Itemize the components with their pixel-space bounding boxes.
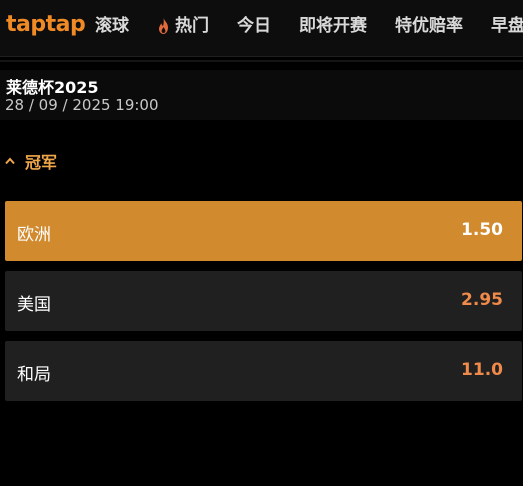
chevron-up-icon: [5, 157, 15, 165]
outcome-draw[interactable]: 和局 11.0: [5, 341, 522, 401]
event-datetime: 28 / 09 / 2025 19:00: [5, 96, 159, 114]
top-nav-bar: taptap 滚球 热门 今日 即将开赛 特优赔率 早盘: [0, 0, 523, 57]
divider: [0, 60, 523, 62]
event-title: 莱德杯2025: [6, 78, 99, 97]
nav-hot-label: 热门: [175, 16, 209, 36]
nav-today[interactable]: 今日: [237, 0, 271, 52]
outcome-usa[interactable]: 美国 2.95: [5, 271, 522, 331]
nav-early-label: 早盘: [491, 16, 523, 36]
main-nav: 滚球 热门 今日 即将开赛 特优赔率 早盘: [95, 0, 523, 52]
outcome-europe[interactable]: 欧洲 1.50: [5, 201, 522, 261]
nav-early[interactable]: 早盘: [491, 0, 523, 52]
nav-upcoming-label: 即将开赛: [299, 16, 367, 36]
taptap-logo[interactable]: taptap: [6, 10, 86, 40]
market-title: 冠军: [25, 153, 58, 172]
fire-icon: [159, 18, 168, 34]
outcome-odds: 1.50: [461, 220, 503, 240]
nav-today-label: 今日: [237, 16, 271, 36]
market-section-toggle[interactable]: 冠军: [5, 150, 57, 172]
outcome-label: 欧洲: [17, 225, 51, 245]
outcome-label: 和局: [17, 365, 51, 385]
nav-upcoming[interactable]: 即将开赛: [299, 0, 367, 52]
nav-live[interactable]: 滚球: [95, 0, 129, 52]
nav-boosted-odds-label: 特优赔率: [395, 16, 463, 36]
nav-hot[interactable]: 热门: [157, 0, 209, 52]
outcome-odds: 11.0: [461, 360, 503, 380]
nav-live-label: 滚球: [95, 16, 129, 36]
outcome-label: 美国: [17, 295, 51, 315]
outcome-odds: 2.95: [461, 290, 503, 310]
event-header: 莱德杯2025 28 / 09 / 2025 19:00: [0, 70, 523, 120]
nav-boosted-odds[interactable]: 特优赔率: [395, 0, 463, 52]
